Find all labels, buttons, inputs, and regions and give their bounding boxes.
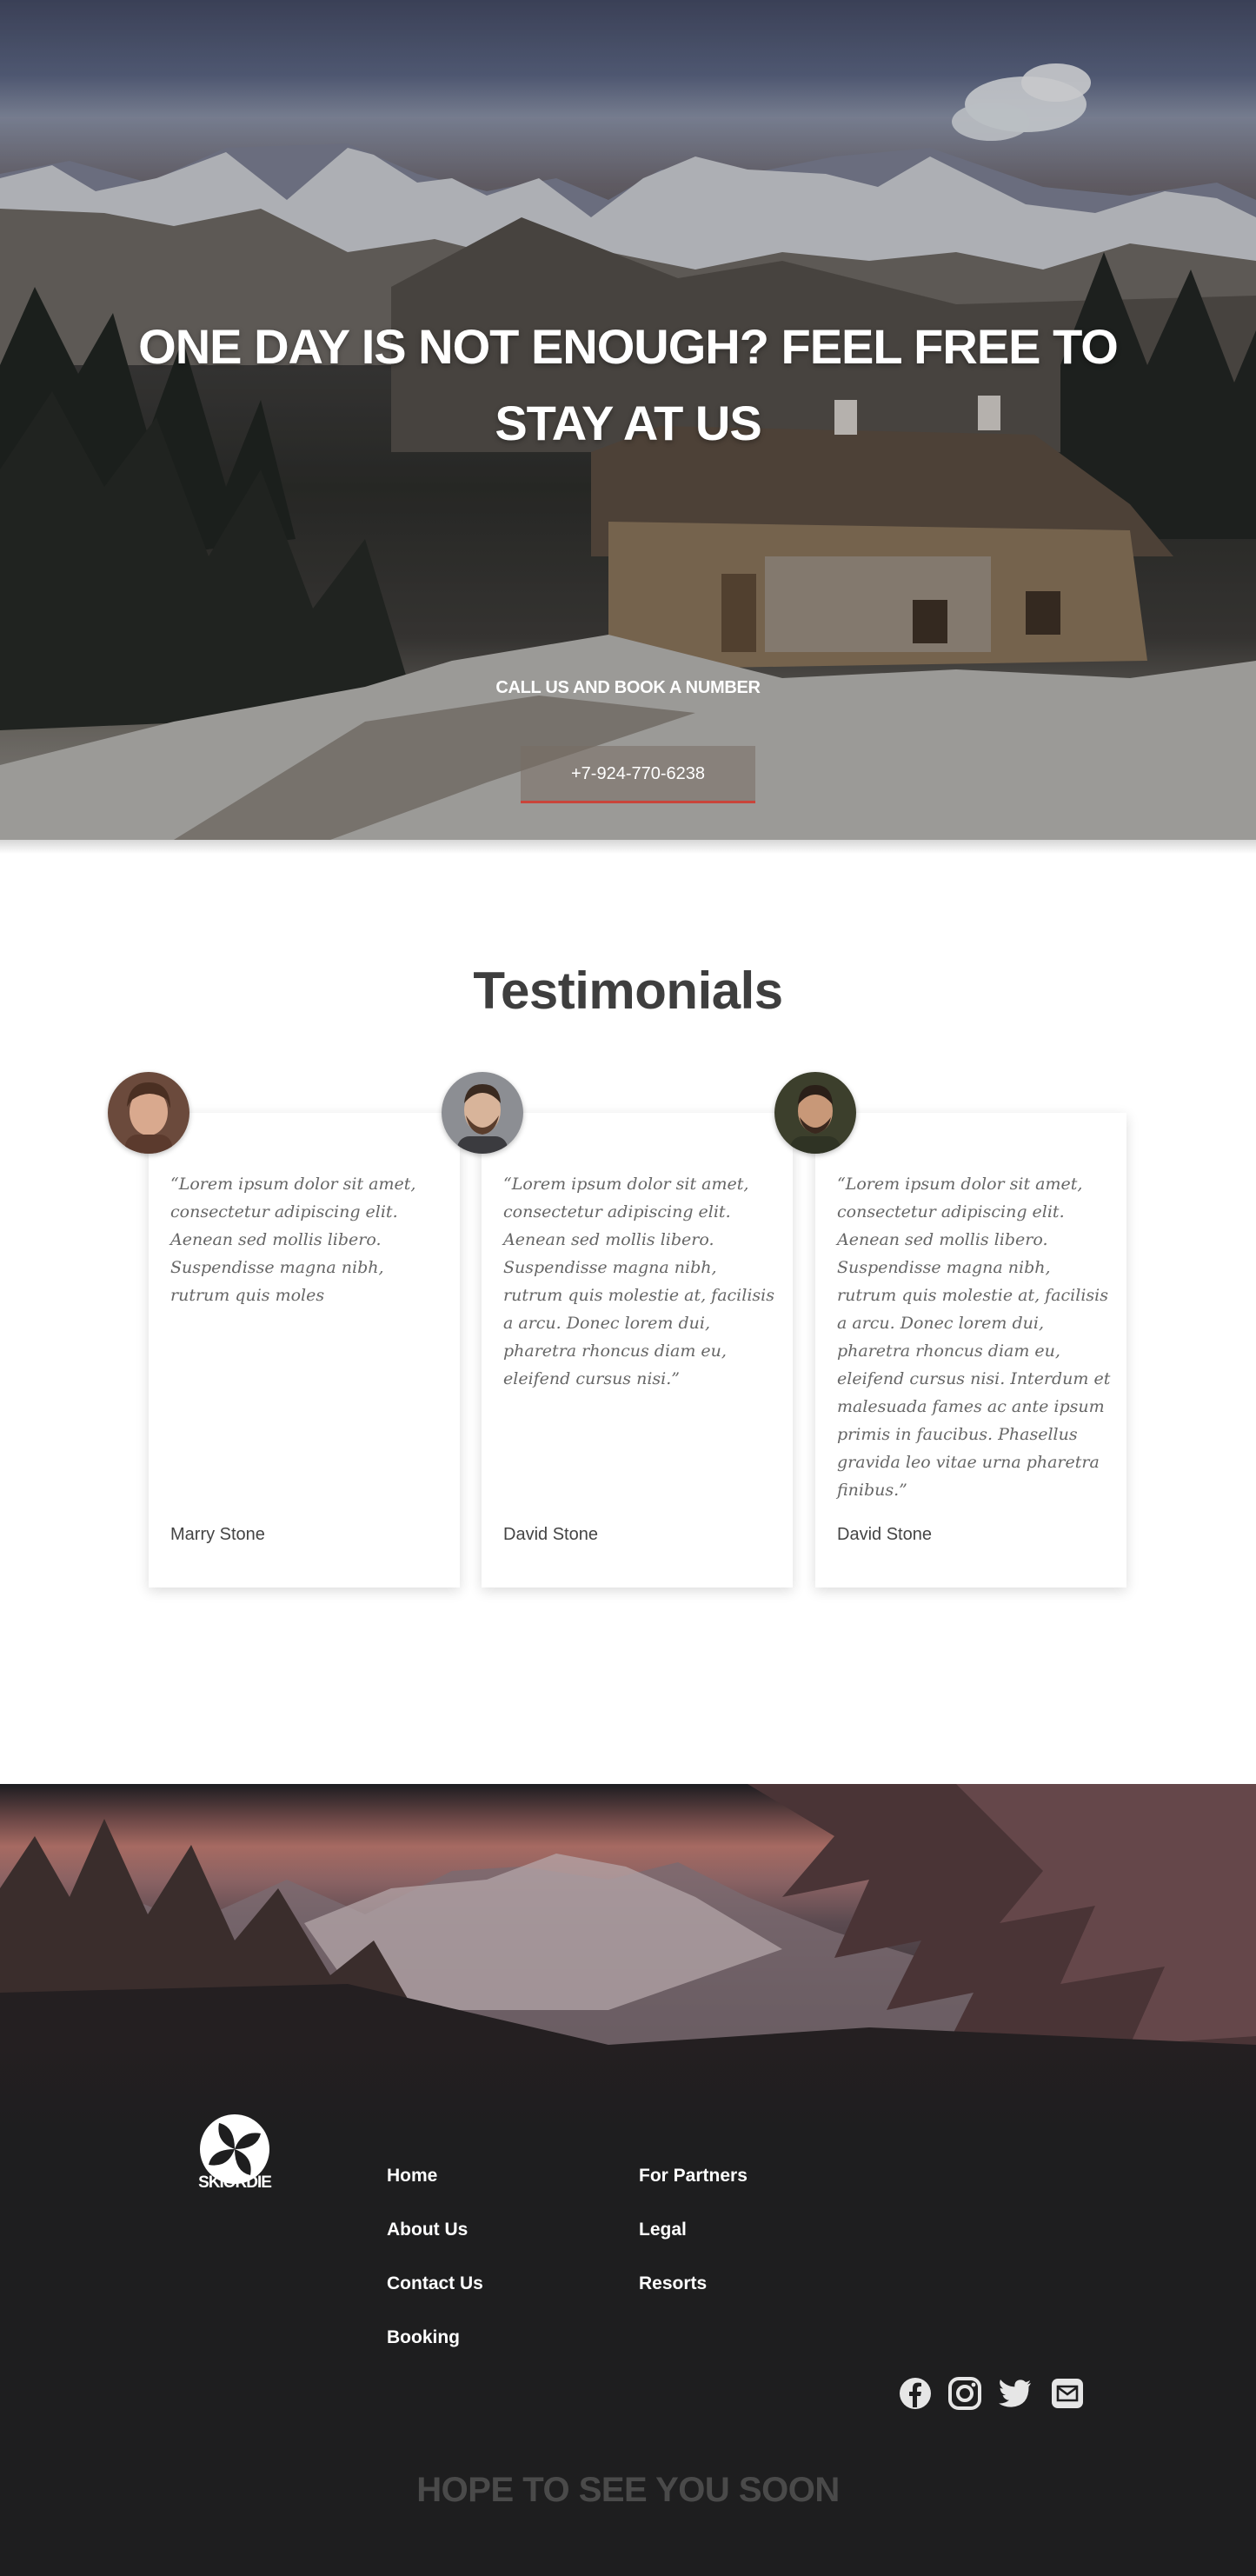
- nav-link-legal[interactable]: Legal: [639, 2220, 687, 2240]
- testimonial-quote: “Lorem ipsum dolor sit amet, consectetur…: [837, 1175, 1111, 1500]
- nav-link-home[interactable]: Home: [387, 2166, 437, 2187]
- hero-title-line1: ONE DAY IS NOT ENOUGH? FEEL FREE TO: [138, 319, 1119, 374]
- hero-title: ONE DAY IS NOT ENOUGH? FEEL FREE TO STAY…: [0, 309, 1256, 462]
- testimonial-author: David Stone: [503, 1525, 598, 1544]
- footer-landscape-image: [0, 1784, 1256, 2132]
- instagram-icon[interactable]: [947, 2376, 982, 2411]
- hero-divider-shadow: [0, 840, 1256, 854]
- avatar-woman-image: [108, 1072, 189, 1154]
- hero-subtitle: CALL US AND BOOK A NUMBER: [495, 678, 761, 697]
- nav-link-about-us[interactable]: About Us: [387, 2220, 468, 2240]
- testimonial-card: “Lorem ipsum dolor sit amet, consectetur…: [149, 1113, 460, 1588]
- avatar: [442, 1072, 523, 1154]
- avatar: [774, 1072, 856, 1154]
- avatar: [108, 1072, 189, 1154]
- nav-link-booking[interactable]: Booking: [387, 2327, 460, 2348]
- testimonials-title: Testimonials: [473, 962, 783, 1020]
- twitter-icon[interactable]: [998, 2376, 1033, 2411]
- email-icon[interactable]: [1050, 2376, 1085, 2411]
- nav-link-resorts[interactable]: Resorts: [639, 2273, 707, 2294]
- logo-text: SKIORDIE: [198, 2173, 272, 2192]
- avatar-man-image: [442, 1072, 523, 1154]
- facebook-icon[interactable]: [898, 2376, 933, 2411]
- testimonial-author: David Stone: [837, 1525, 932, 1544]
- footer-tagline: HOPE TO SEE YOU SOON: [416, 2471, 840, 2509]
- testimonial-card: “Lorem ipsum dolor sit amet, consectetur…: [482, 1113, 793, 1588]
- winter-forest-image: [0, 1784, 1256, 2132]
- hero-section: ONE DAY IS NOT ENOUGH? FEEL FREE TO STAY…: [0, 0, 1256, 840]
- phone-button[interactable]: +7-924-770-6238: [521, 746, 755, 803]
- nav-link-for-partners[interactable]: For Partners: [639, 2166, 748, 2187]
- nav-link-contact-us[interactable]: Contact Us: [387, 2273, 483, 2294]
- testimonial-quote: “Lorem ipsum dolor sit amet, consectetur…: [503, 1175, 774, 1388]
- testimonial-card: “Lorem ipsum dolor sit amet, consectetur…: [815, 1113, 1126, 1588]
- testimonial-author: Marry Stone: [170, 1525, 265, 1544]
- avatar-man-image: [774, 1072, 856, 1154]
- testimonial-quote: “Lorem ipsum dolor sit amet, consectetur…: [170, 1175, 416, 1305]
- hero-title-line2: STAY AT US: [495, 396, 761, 450]
